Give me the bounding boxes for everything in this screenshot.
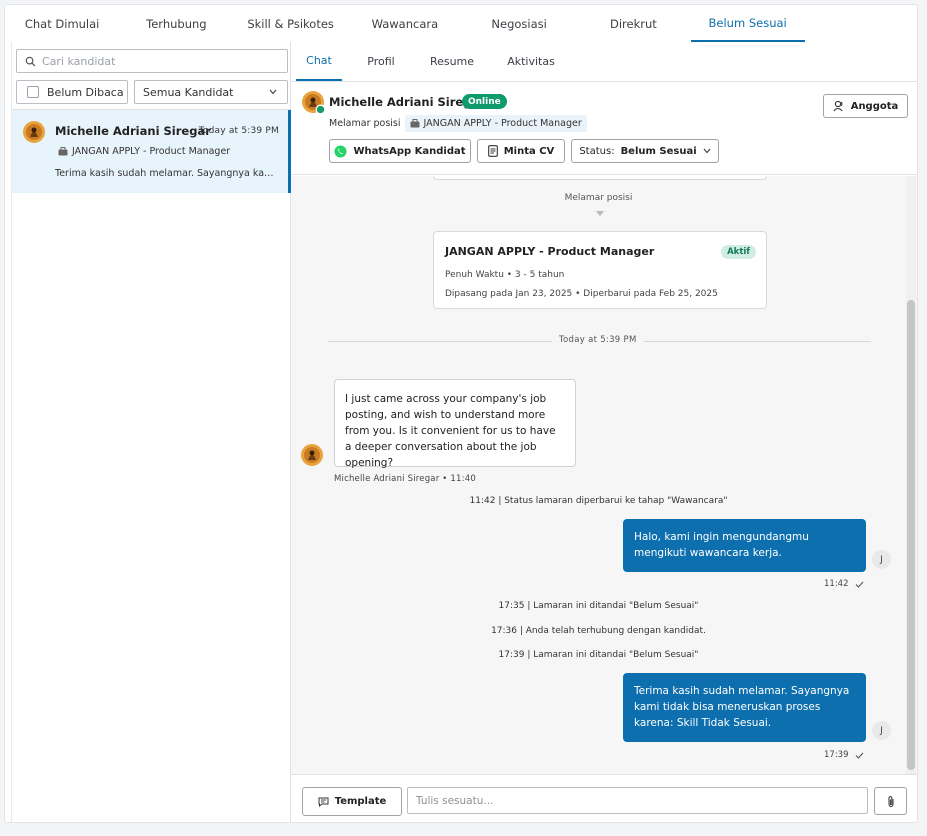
outgoing-message: Halo, kami ingin mengundangmu mengikuti … [623,519,866,572]
tab-skill-psikotes[interactable]: Skill & Psikotes [234,5,348,42]
time-divider: Today at 5:39 PM [328,335,871,345]
message-composer: Template [291,774,917,822]
candidate-time: Today at 5:39 PM [198,126,279,136]
members-button[interactable]: Anggota [823,94,908,118]
job-card[interactable]: JANGAN APPLY - Product Manager Aktif Pen… [433,231,767,309]
whatsapp-button[interactable]: WhatsApp Kandidat [329,139,471,163]
candidate-job: JANGAN APPLY - Product Manager [58,146,230,157]
members-label: Anggota [850,100,899,112]
attach-button[interactable] [874,787,907,815]
message-time: 11:42 [824,579,849,589]
candidate-name: Michelle Adriani Siregar [55,124,211,138]
request-cv-button[interactable]: Minta CV [477,139,565,163]
candidate-last-message: Terima kasih sudah melamar. Sayangnya ka… [55,168,280,179]
unread-filter-label: Belum Dibaca [47,85,124,99]
outgoing-message: Terima kasih sudah melamar. Sayangnya ka… [623,673,866,742]
incoming-message: I just came across your company's job po… [334,379,576,469]
candidate-actions: WhatsApp Kandidat Minta CV Status: Belum… [329,139,719,163]
tab-chat-dimulai[interactable]: Chat Dimulai [5,5,119,42]
request-cv-label: Minta CV [503,145,555,157]
whatsapp-icon [334,145,347,157]
check-icon [855,752,863,759]
avatar: J [872,721,891,740]
tab-negosiasi[interactable]: Negosiasi [462,5,576,42]
job-card-title: JANGAN APPLY - Product Manager [445,245,655,258]
online-badge: Online [462,94,507,109]
job-chip[interactable]: JANGAN APPLY - Product Manager [404,115,587,132]
avatar [23,121,45,146]
tab-wawancara[interactable]: Wawancara [348,5,462,42]
tab-terhubung[interactable]: Terhubung [119,5,233,42]
briefcase-icon [410,119,420,128]
template-label: Template [334,796,387,807]
status-prefix: Status: [579,145,615,157]
job-card-dates: Dipasang pada Jan 23, 2025 • Diperbarui … [445,289,718,299]
chevron-down-icon [269,89,277,95]
system-message: 17:35 | Lamaran ini ditandai "Belum Sesu… [498,601,699,611]
conversation-tabs: Chat Profil Resume Aktivitas [291,42,917,82]
search-icon [25,56,36,66]
applied-position: Melamar posisi JANGAN APPLY - Product Ma… [329,115,587,132]
system-message: 17:36 | Anda telah terhubung dengan kand… [491,626,706,636]
user-icon [833,100,843,112]
job-card-meta: Penuh Waktu • 3 - 5 tahun [445,270,565,280]
document-icon [487,145,498,157]
tab-profil[interactable]: Profil [361,42,401,81]
chat-thread[interactable]: Melamar posisi JANGAN APPLY - Product Ma… [291,176,917,774]
avatar [301,444,323,469]
unread-checkbox[interactable] [27,86,39,98]
applied-prefix: Melamar posisi [329,118,401,129]
status-badge: Aktif [721,245,756,259]
job-chip-label: JANGAN APPLY - Product Manager [423,118,582,129]
status-dropdown[interactable]: Status: Belum Sesuai [571,139,719,163]
filter-row: Belum Dibaca Semua Kandidat [16,80,288,104]
avatar [302,91,326,118]
tab-direkrut[interactable]: Direkrut [576,5,690,42]
stage-tabs: Chat Dimulai Terhubung Skill & Psikotes … [5,5,917,42]
paperclip-icon [888,795,893,807]
chevron-down-icon [703,148,711,154]
system-message: 17:39 | Lamaran ini ditandai "Belum Sesu… [498,650,699,660]
avatar: J [872,550,891,569]
briefcase-icon [58,147,68,156]
message-time: 17:39 [824,750,849,760]
outgoing-message-meta: 11:42 [824,579,864,589]
previous-card [433,176,767,180]
tab-chat[interactable]: Chat [296,42,342,81]
candidate-filter-value: Semua Kandidat [143,85,234,99]
time-divider-label: Today at 5:39 PM [552,335,644,345]
conversation-panel: Chat Profil Resume Aktivitas Michelle Ad… [291,42,917,822]
unread-filter[interactable]: Belum Dibaca [16,80,128,104]
tab-aktivitas[interactable]: Aktivitas [503,42,559,81]
tab-belum-sesuai[interactable]: Belum Sesuai [690,5,805,42]
tab-resume[interactable]: Resume [426,42,478,81]
whatsapp-label: WhatsApp Kandidat [353,145,466,157]
template-icon [318,797,329,807]
search-input[interactable] [42,54,272,68]
message-input[interactable] [407,787,868,814]
candidate-filter-select[interactable]: Semua Kandidat [134,80,288,104]
candidate-list-item[interactable]: Michelle Adriani Siregar Today at 5:39 P… [12,110,291,193]
arrow-down-icon [596,211,604,216]
template-button[interactable]: Template [302,787,402,816]
recruiter-chat-window: Chat Dimulai Terhubung Skill & Psikotes … [4,4,918,823]
candidate-job-title: JANGAN APPLY - Product Manager [72,146,231,157]
candidate-list-panel: Belum Dibaca Semua Kandidat Michelle Adr… [11,42,291,822]
system-message: 11:42 | Status lamaran diperbarui ke tah… [469,496,728,506]
status-value: Belum Sesuai [620,145,697,157]
outgoing-message-meta: 17:39 [824,750,864,760]
check-icon [855,581,863,588]
candidate-header: Michelle Adriani Siregar Online Melamar … [291,82,917,175]
scrollbar-thumb[interactable] [907,300,915,770]
search-box [16,49,288,73]
applied-position-note: Melamar posisi [564,193,633,203]
incoming-message-meta: Michelle Adriani Siregar • 11:40 [334,474,476,484]
